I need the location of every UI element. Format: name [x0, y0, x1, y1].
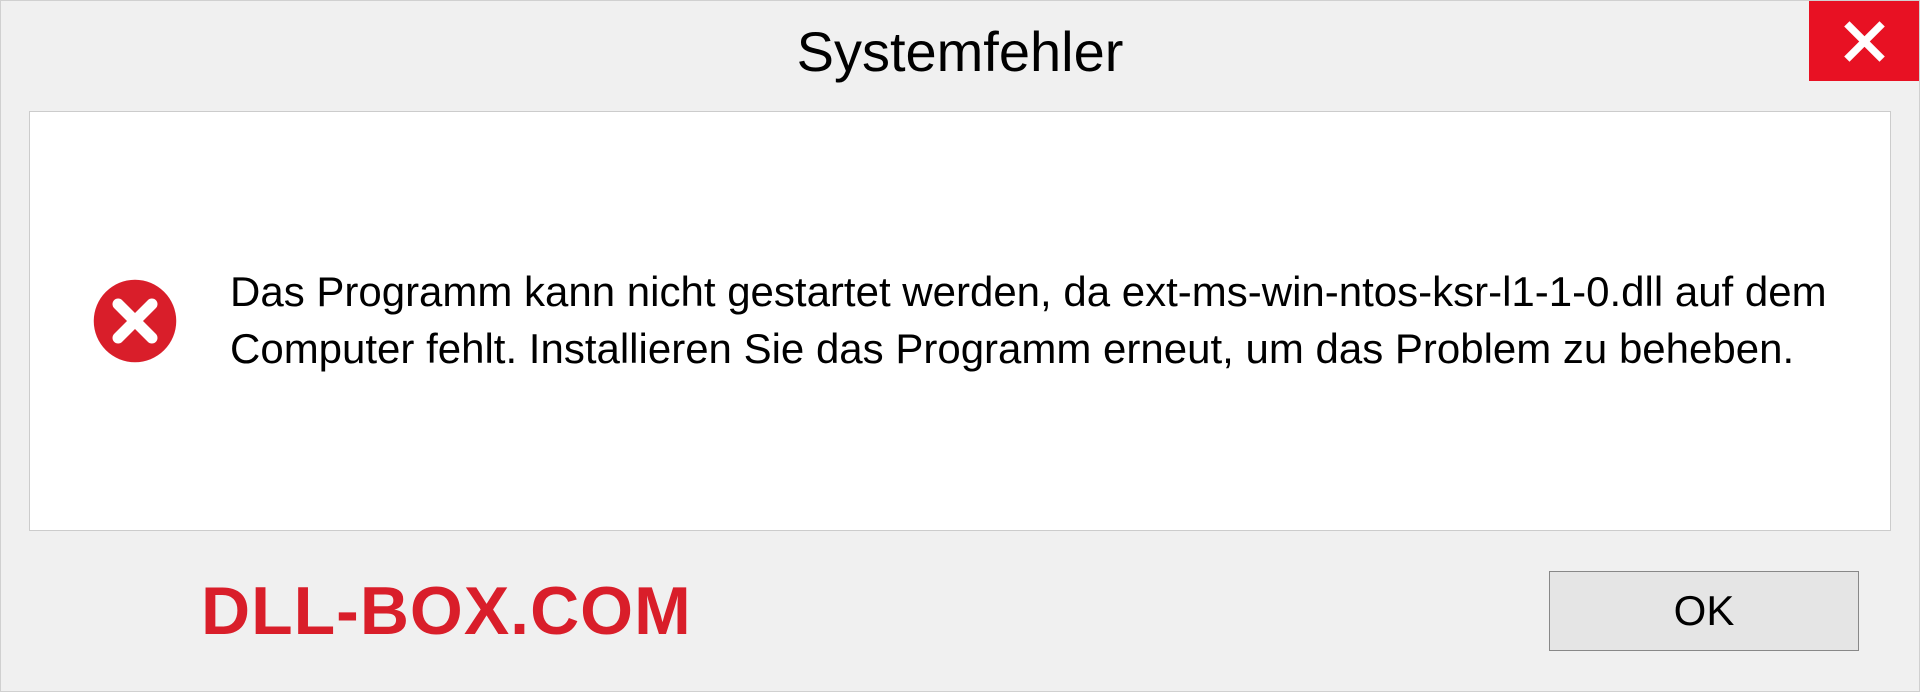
close-button[interactable] — [1809, 1, 1919, 81]
error-message: Das Programm kann nicht gestartet werden… — [230, 264, 1830, 377]
error-icon — [90, 276, 180, 366]
close-icon — [1842, 19, 1887, 64]
dialog-title: Systemfehler — [797, 19, 1124, 84]
dialog-footer: DLL-BOX.COM OK — [1, 531, 1919, 691]
error-dialog: Systemfehler Das Programm kann nicht ges… — [0, 0, 1920, 692]
content-panel: Das Programm kann nicht gestartet werden… — [29, 111, 1891, 531]
ok-button[interactable]: OK — [1549, 571, 1859, 651]
titlebar: Systemfehler — [1, 1, 1919, 101]
watermark-text: DLL-BOX.COM — [201, 572, 692, 650]
